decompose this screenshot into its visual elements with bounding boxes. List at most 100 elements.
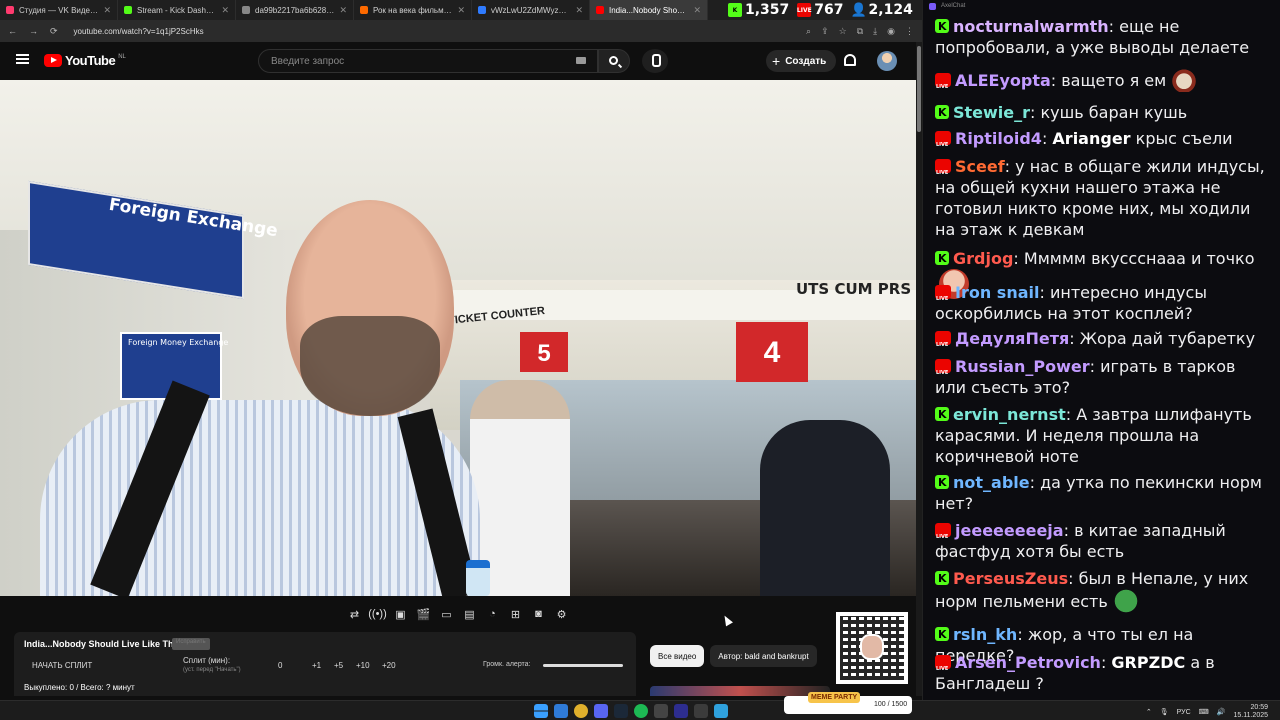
chat-message: Iron snail: интересно индусы оскорбились…	[935, 282, 1271, 324]
speed-icon[interactable]: ◔	[484, 606, 501, 623]
share-icon[interactable]: ⇪	[821, 26, 829, 37]
spotify-icon[interactable]	[634, 704, 648, 718]
chat-username[interactable]: ervin_nernst	[953, 405, 1066, 424]
browser-tab[interactable]: Студия — VK Видео Live ✕	[0, 0, 118, 20]
chat-username[interactable]: Riptiloid4	[955, 129, 1042, 148]
tab-favicon-icon	[124, 6, 132, 14]
close-tab-icon[interactable]: ✕	[103, 5, 111, 16]
chat-emote-icon	[1111, 589, 1140, 613]
settings-gear-icon[interactable]: ⚙	[553, 606, 570, 623]
browser-tab[interactable]: Stream - Kick Dashboard ✕	[118, 0, 236, 20]
forward-icon[interactable]: →	[29, 26, 38, 36]
close-tab-icon[interactable]: ✕	[221, 5, 229, 16]
discord-icon[interactable]	[594, 704, 608, 718]
chat-username[interactable]: not_able	[953, 473, 1030, 492]
tray-chevron-icon[interactable]: ⌃	[1146, 708, 1152, 716]
extensions-icon[interactable]: ⧉	[857, 26, 863, 37]
browser-menu-icon[interactable]: ⋮	[905, 26, 914, 37]
filter-chip[interactable]: Автор: bald and bankrupt	[710, 645, 817, 667]
increment-button[interactable]: +20	[382, 661, 396, 670]
voice-search-button[interactable]	[642, 49, 668, 73]
bookmark-star-icon[interactable]: ☆	[839, 26, 847, 37]
volume-icon[interactable]: 🔊	[1217, 708, 1226, 716]
browser-tab[interactable]: vWzLwU2ZdMWyzuwLtuQaDTi... ✕	[472, 0, 590, 20]
chat-username[interactable]: ALEEyopta	[955, 71, 1051, 90]
zoom-icon[interactable]: ⌕	[806, 26, 811, 37]
browser-tab[interactable]: da99b2217ba6b628.jpg (1358×... ✕	[236, 0, 354, 20]
chat-message: ervin_nernst: А завтра шлифануть карасям…	[935, 404, 1271, 467]
clock-time: 20:59	[1250, 704, 1268, 711]
layout-icon[interactable]: ▤	[461, 606, 478, 623]
live-icon: LIVE	[797, 3, 812, 17]
chat-username[interactable]: ДедуляПетя	[955, 329, 1069, 348]
clock[interactable]: 20:59 15.11.2025	[1233, 704, 1268, 720]
network-icon[interactable]: ⌨	[1199, 708, 1209, 716]
microphone-icon[interactable]: 🎙	[1160, 708, 1169, 716]
browser-tab[interactable]: Рок на века фильм, 2012, дата... ✕	[354, 0, 472, 20]
tab-favicon-icon	[596, 6, 604, 14]
clapperboard-icon[interactable]: 🎬	[415, 606, 432, 623]
add-clip-icon[interactable]: ⊞	[507, 606, 524, 623]
screenshot-icon[interactable]: ▣	[392, 606, 409, 623]
hamburger-menu-icon[interactable]	[16, 54, 29, 64]
meme-party-widget[interactable]: MEME PARTY 100 / 1500	[784, 692, 912, 714]
chat-username[interactable]: Russian_Power	[955, 357, 1090, 376]
chat-username[interactable]: PerseusZeus	[953, 569, 1068, 588]
chat-username[interactable]: Iron snail	[955, 283, 1039, 302]
app-icon[interactable]	[674, 704, 688, 718]
language-indicator[interactable]: РУС	[1177, 709, 1191, 716]
youtube-play-icon	[44, 54, 62, 67]
loop-icon[interactable]: ⇄	[346, 606, 363, 623]
chat-username[interactable]: rsln_kh	[953, 625, 1017, 644]
search-button[interactable]	[598, 49, 630, 73]
app-icon[interactable]	[694, 704, 708, 718]
close-tab-icon[interactable]: ✕	[693, 5, 701, 16]
close-tab-icon[interactable]: ✕	[457, 5, 465, 16]
alert-volume-slider[interactable]	[543, 664, 623, 667]
related-video-thumbnail[interactable]	[650, 686, 830, 696]
close-tab-icon[interactable]: ✕	[339, 5, 347, 16]
start-split-button[interactable]: НАЧАТЬ СПЛИТ	[32, 661, 92, 670]
split-min-value[interactable]: 0	[278, 661, 282, 670]
increment-button[interactable]: +1	[312, 661, 321, 670]
chat-message: Sceef: у нас в общаге жили индусы, на об…	[935, 156, 1271, 240]
chat-username[interactable]: nocturnalwarmth	[953, 17, 1109, 36]
avatar[interactable]	[877, 51, 897, 71]
fix-button[interactable]: Исправить	[172, 638, 210, 650]
url-field[interactable]: youtube.com/watch?v=1q1jP2ScHks	[74, 27, 204, 36]
windows-start-icon[interactable]	[534, 704, 548, 718]
steam-icon[interactable]	[614, 704, 628, 718]
video-title: India...Nobody Should Live Like This	[24, 639, 182, 649]
chat-username[interactable]: Arsen_Petrovich	[955, 653, 1101, 672]
download-icon[interactable]: ⤓	[873, 26, 877, 37]
browser-tab[interactable]: India...Nobody Should Live... ✕	[590, 0, 708, 20]
profile-icon[interactable]: ◉	[887, 26, 895, 37]
chat-username[interactable]: Grdjog	[953, 249, 1013, 268]
chat-username[interactable]: jeeeeeeeeja	[955, 521, 1064, 540]
reload-icon[interactable]: ⟳	[50, 26, 58, 37]
create-button[interactable]: + Создать	[766, 50, 837, 72]
increment-button[interactable]: +10	[356, 661, 370, 670]
chrome-icon[interactable]	[574, 704, 588, 718]
video-player[interactable]: Foreign Exchange Foreign Money Exchange …	[0, 80, 916, 596]
obs-icon[interactable]	[654, 704, 668, 718]
notifications-bell-icon[interactable]	[844, 54, 856, 66]
tab-title: India...Nobody Should Live...	[609, 5, 688, 15]
page-scrollbar-thumb[interactable]	[917, 46, 921, 132]
chat-username[interactable]: Sceef	[955, 157, 1005, 176]
picture-in-picture-icon[interactable]: ▭	[438, 606, 455, 623]
filter-chip[interactable]: Все видео	[650, 645, 705, 667]
camera-icon[interactable]: ◙	[530, 606, 547, 623]
search-input[interactable]: Введите запрос	[258, 49, 598, 73]
chat-username[interactable]: Stewie_r	[953, 103, 1030, 122]
close-tab-icon[interactable]: ✕	[575, 5, 583, 16]
tab-favicon-icon	[478, 6, 486, 14]
telegram-icon[interactable]	[714, 704, 728, 718]
back-icon[interactable]: ←	[8, 26, 17, 36]
keyboard-icon[interactable]	[576, 57, 586, 64]
meme-party-count: 100 / 1500	[874, 701, 908, 708]
explorer-icon[interactable]	[554, 704, 568, 718]
broadcast-icon[interactable]: ((•))	[368, 606, 387, 623]
youtube-logo[interactable]: YouTube NL	[44, 53, 126, 68]
increment-button[interactable]: +5	[334, 661, 343, 670]
